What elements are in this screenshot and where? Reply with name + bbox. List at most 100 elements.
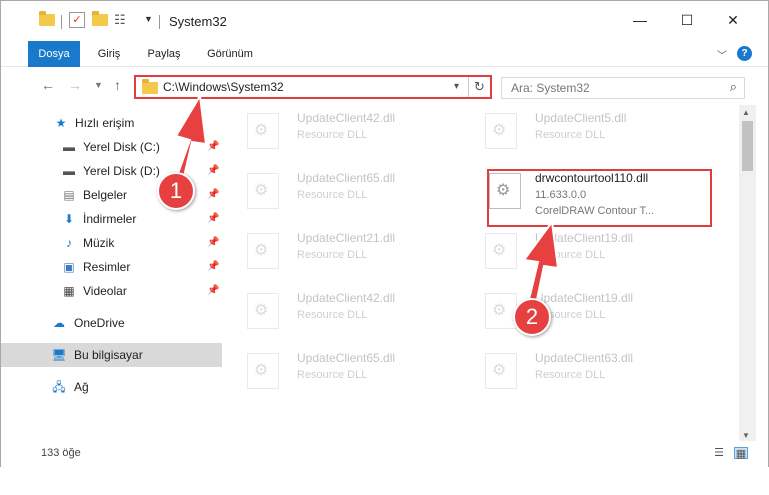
file-name: UpdateClient42.dll [297,291,396,305]
sidebar-item-disk-c[interactable]: ▬ Yerel Disk (C:) 📌 [1,135,222,159]
refresh-icon[interactable]: ↻ [468,77,490,97]
dll-file-icon [247,293,279,329]
file-type: Resource DLL [535,129,606,141]
up-arrow-icon[interactable]: ↑ [114,77,121,93]
pin-icon: 📌 [207,141,220,152]
file-item[interactable]: UpdateClient42.dll Resource DLL [223,105,443,155]
address-path[interactable]: C:\Windows\System32 [163,80,284,94]
item-count: 133 öğe [41,447,81,459]
search-icon[interactable]: ⌕ [730,79,737,95]
pin-icon: 📌 [207,213,220,224]
file-item[interactable]: UpdateClient19.dll Resource DLL [461,285,681,335]
sidebar-item-pictures[interactable]: ▣ Resimler 📌 [1,255,222,279]
help-button[interactable]: ? [737,46,752,61]
sidebar-item-downloads[interactable]: ⬇ İndirmeler 📌 [1,207,222,231]
minimize-button[interactable]: — [626,11,654,31]
large-icons-view-icon[interactable]: ▦ [734,447,748,460]
sidebar-item-label: Videolar [83,284,127,298]
sidebar-item-label: Müzik [83,236,115,250]
download-icon: ⬇ [63,212,75,226]
file-item[interactable]: UpdateClient19.dll Resource DLL [461,225,681,275]
status-bar: 133 öğe ☰ ▦ [1,441,768,467]
address-bar[interactable]: C:\Windows\System32 ▾ ↻ [134,75,492,99]
pictures-icon: ▣ [63,260,75,274]
scroll-thumb[interactable] [742,121,753,171]
scroll-up-icon[interactable]: ▲ [742,108,750,117]
divider [61,15,62,29]
scroll-down-icon[interactable]: ▼ [742,431,750,440]
file-name: UpdateClient5.dll [535,111,627,125]
sidebar-item-quick-access[interactable]: ★ Hızlı erişim [1,111,222,135]
dll-file-icon [247,173,279,209]
customize-toolbar-icon[interactable]: ☷ [114,12,126,28]
vertical-scrollbar[interactable]: ▲ ▼ [739,105,756,445]
maximize-button[interactable]: ☐ [673,11,701,31]
target-file-highlight [487,169,712,227]
dll-file-icon [485,113,517,149]
file-type: Resource DLL [535,249,606,261]
recent-locations-icon[interactable]: ▼ [94,80,103,90]
properties-icon[interactable]: ✓ [69,12,85,28]
tab-view[interactable]: Görünüm [199,41,261,67]
star-icon: ★ [55,116,67,130]
file-item[interactable]: UpdateClient65.dll Resource DLL [223,165,443,215]
file-item[interactable]: UpdateClient63.dll Resource DLL [461,345,681,395]
file-type: Resource DLL [297,189,368,201]
step-1-badge: 1 [157,172,195,210]
file-item[interactable]: UpdateClient5.dll Resource DLL [461,105,681,155]
dll-file-icon [485,293,517,329]
navigation-bar: ← → ▼ ↑ C:\Windows\System32 ▾ ↻ Ara: Sys… [1,67,768,105]
file-item[interactable]: UpdateClient21.dll Resource DLL [223,225,443,275]
pin-icon: 📌 [207,189,220,200]
sidebar-item-label: Yerel Disk (D:) [83,164,160,178]
back-arrow-icon[interactable]: ← [41,77,55,93]
tab-home[interactable]: Giriş [89,41,129,67]
dll-file-icon [485,233,517,269]
sidebar-item-label: Yerel Disk (C:) [83,140,160,154]
file-name: UpdateClient65.dll [297,351,396,365]
file-name: UpdateClient63.dll [535,351,634,365]
document-icon: ▤ [63,188,75,202]
forward-arrow-icon[interactable]: → [68,77,82,93]
video-icon: ▦ [63,284,75,298]
tab-file[interactable]: Dosya [28,41,80,67]
expand-ribbon-icon[interactable]: ﹀ [717,47,727,62]
computer-icon: 🖥 [51,348,67,362]
divider [159,15,160,29]
drive-icon: ▬ [63,140,75,154]
chevron-down-icon[interactable]: ▾ [454,81,459,92]
sidebar-item-network[interactable]: 🖧 Ağ [1,375,222,399]
chevron-down-icon[interactable]: ▼ [144,14,153,24]
sidebar-item-label: Belgeler [83,188,128,202]
window-title: System32 [169,14,227,29]
dll-file-icon [247,113,279,149]
close-button[interactable]: ✕ [719,11,747,31]
pin-icon: 📌 [207,261,220,272]
file-type: Resource DLL [535,369,606,381]
music-icon: ♪ [66,236,72,250]
drive-icon: ▬ [63,164,75,178]
sidebar-item-music[interactable]: ♪ Müzik 📌 [1,231,222,255]
sidebar-item-label: Bu bilgisayar [74,348,143,362]
file-item[interactable]: UpdateClient65.dll Resource DLL [223,345,443,395]
pin-icon: 📌 [207,285,220,296]
sidebar-item-onedrive[interactable]: ☁ OneDrive [1,311,222,335]
dll-file-icon [247,233,279,269]
tab-share[interactable]: Paylaş [141,41,187,67]
dll-file-icon [485,353,517,389]
sidebar-item-label: İndirmeler [83,212,137,226]
navigation-pane: ★ Hızlı erişim ▬ Yerel Disk (C:) 📌 ▬ Yer… [1,105,223,437]
file-type: Resource DLL [297,369,368,381]
file-name: UpdateClient19.dll [535,231,634,245]
search-input[interactable]: Ara: System32 [511,81,590,95]
sidebar-item-videos[interactable]: ▦ Videolar 📌 [1,279,222,303]
step-2-badge: 2 [513,298,551,336]
file-name: UpdateClient21.dll [297,231,396,245]
file-item[interactable]: UpdateClient42.dll Resource DLL [223,285,443,335]
sidebar-item-this-pc[interactable]: 🖥 Bu bilgisayar [1,343,222,367]
details-view-icon[interactable]: ☰ [712,447,726,459]
sidebar-item-label: Resimler [83,260,131,274]
sidebar-item-label: Ağ [74,380,89,394]
network-icon: 🖧 [52,380,66,394]
search-box[interactable]: Ara: System32 ⌕ [501,77,745,99]
